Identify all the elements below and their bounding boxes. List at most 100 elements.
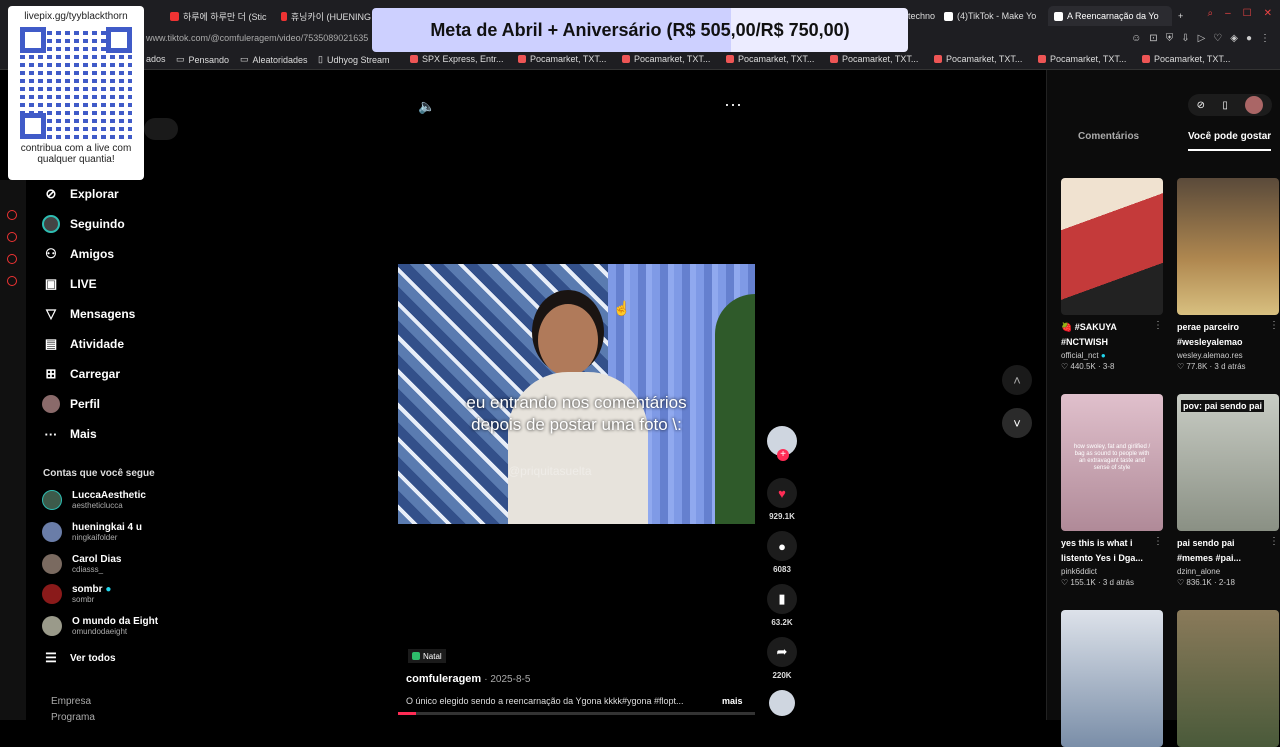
save-button[interactable]: ▮ 63.2K: [766, 584, 798, 627]
like-button[interactable]: ♥ 929.1K: [766, 478, 798, 521]
kebab-icon[interactable]: ⋮: [1269, 320, 1279, 331]
recommended-video-card[interactable]: perae parceiro #wesleyalemao ⋮ wesley.al…: [1177, 178, 1279, 371]
share-button[interactable]: ➦ 220K: [766, 637, 798, 680]
minimize-icon[interactable]: –: [1225, 8, 1231, 19]
topic-tag[interactable]: Natal: [408, 649, 446, 663]
bookmark[interactable]: ▭ Pensando: [176, 54, 229, 65]
bookmark[interactable]: Pocamarket, TXT...: [934, 54, 1022, 64]
kebab-icon[interactable]: ⋮: [1153, 320, 1163, 331]
footer-link[interactable]: Programa: [51, 712, 95, 723]
pin-icon[interactable]: ⊡: [1149, 33, 1157, 44]
upload-icon: ⊞: [45, 366, 57, 381]
cursor-hand-icon: ☝: [613, 300, 631, 316]
browser-tab[interactable]: 휴닝카이 (HUENING: [281, 6, 371, 26]
nav-atividade[interactable]: ▤ Atividade: [42, 336, 124, 352]
nav-mais[interactable]: ··· Mais: [42, 426, 97, 442]
browser-tab[interactable]: 하루에 하루만 더 (Stic: [170, 6, 270, 26]
phone-icon[interactable]: ▯: [1222, 100, 1228, 111]
url-field[interactable]: www.tiktok.com/@comfuleragem/video/75350…: [146, 33, 368, 43]
following-account[interactable]: LuccaAesthetic aestheticlucca: [42, 490, 146, 510]
comment-button[interactable]: ● 6083: [766, 531, 798, 574]
bookmark[interactable]: Pocamarket, TXT...: [622, 54, 710, 64]
search-icon[interactable]: ⌕: [1207, 8, 1213, 19]
recommended-video-card[interactable]: pov: pai sendo pai pai sendo pai #memes …: [1177, 394, 1279, 587]
recommended-video-card[interactable]: how swoley, fat and girlified / bag as s…: [1061, 394, 1163, 587]
bookmark[interactable]: Pocamarket, TXT...: [1142, 54, 1230, 64]
bookmark-icon: ▮: [767, 584, 797, 614]
nav-explorar[interactable]: ⊘ Explorar: [42, 186, 119, 202]
rail-icon[interactable]: [7, 232, 17, 242]
profile-icon[interactable]: ●: [1246, 33, 1252, 44]
tab-voce-pode-gostar[interactable]: Você pode gostar: [1188, 131, 1272, 151]
verified-icon: ●: [105, 584, 112, 595]
bookmark[interactable]: ▯ Udhyog Stream: [318, 54, 389, 65]
creator-avatar[interactable]: +: [766, 426, 798, 461]
nav-live[interactable]: ▣ LIVE: [42, 276, 97, 292]
rail-icon[interactable]: [7, 276, 17, 286]
download-icon[interactable]: ⇩: [1181, 33, 1189, 44]
tab-comentarios[interactable]: Comentários: [1078, 131, 1139, 142]
volume-icon[interactable]: 🔈: [418, 98, 435, 115]
heart-icon: [622, 55, 630, 63]
heart-outline-icon: ♡: [1177, 578, 1185, 587]
kebab-icon[interactable]: ⋮: [1269, 536, 1279, 547]
emoji-icon[interactable]: ☺: [1131, 33, 1141, 44]
following-account[interactable]: Carol Dias cdiasss_: [42, 554, 121, 574]
nav-carregar[interactable]: ⊞ Carregar: [42, 366, 120, 382]
browser-tab[interactable]: (4)TikTok - Make Yo: [944, 6, 1044, 26]
footer-link[interactable]: Empresa: [51, 696, 91, 707]
new-tab-button[interactable]: +: [1178, 6, 1183, 26]
next-video-button[interactable]: ˅: [1002, 408, 1032, 438]
video-author[interactable]: comfuleragem · 2025-8-5: [406, 673, 530, 685]
see-all-link[interactable]: ☰ Ver todos: [42, 650, 115, 666]
nav-mensagens[interactable]: ▽ Mensagens: [42, 306, 135, 322]
video-player[interactable]: eu entrando nos comentários depois de pos…: [398, 264, 755, 524]
following-account[interactable]: O mundo da Eight omundodaeight: [42, 616, 158, 636]
following-account[interactable]: sombr ● sombr: [42, 584, 111, 604]
browser-tab-active[interactable]: A Reencarnação da Yo: [1048, 6, 1172, 26]
close-icon[interactable]: ✕: [1264, 8, 1272, 19]
bookmark[interactable]: SPX Express, Entr...: [410, 54, 504, 64]
compass-icon[interactable]: ⊘: [1197, 100, 1205, 111]
nav-perfil[interactable]: Perfil: [42, 395, 100, 413]
video-progress[interactable]: [398, 712, 755, 715]
menu-icon[interactable]: ⋮: [1260, 33, 1270, 44]
previous-video-button[interactable]: ˄: [1002, 365, 1032, 395]
sound-avatar[interactable]: [766, 690, 798, 716]
rail-icon[interactable]: [7, 210, 17, 220]
bookmark[interactable]: Pocamarket, TXT...: [830, 54, 918, 64]
avatar[interactable]: [1245, 96, 1264, 114]
heart-icon: [518, 55, 526, 63]
avatar: [42, 554, 62, 574]
recommended-video-card[interactable]: [1177, 610, 1279, 747]
rail-icon[interactable]: [7, 254, 17, 264]
bookmark[interactable]: Pocamarket, TXT...: [518, 54, 606, 64]
tiktok-sidebar: ⊘ Explorar Seguindo ⚇ Amigos ▣ LIVE ▽ Mensag…: [26, 70, 176, 723]
nav-amigos[interactable]: ⚇ Amigos: [42, 246, 114, 262]
more-link[interactable]: mais: [722, 696, 743, 706]
youtube-icon: [281, 11, 287, 21]
browser-tab[interactable]: techno: [908, 6, 938, 26]
play-icon[interactable]: ▷: [1198, 33, 1206, 44]
following-account[interactable]: hueningkai 4 u ningkaifolder: [42, 522, 142, 542]
heart-icon: [726, 55, 734, 63]
chevron-down-icon: ˅: [1013, 415, 1021, 431]
follow-plus-icon[interactable]: +: [777, 449, 789, 461]
more-icon: ···: [44, 426, 58, 442]
extension-icon[interactable]: ◈: [1230, 33, 1238, 44]
kebab-icon[interactable]: ⋮: [1153, 536, 1163, 547]
nav-seguindo[interactable]: Seguindo: [42, 215, 125, 233]
qr-finder: [106, 27, 132, 53]
video-watermark: @priquitasuelta: [508, 464, 592, 478]
recommended-video-card[interactable]: 🍓 #SAKUYA #NCTWISH ⋮ official_nct ● ♡ 44…: [1061, 178, 1163, 371]
bookmark[interactable]: Pocamarket, TXT...: [1038, 54, 1126, 64]
video-thumbnail: [1061, 610, 1163, 747]
heart-icon[interactable]: ♡: [1213, 33, 1222, 44]
shield-icon[interactable]: ⛨: [1166, 33, 1174, 44]
bookmark[interactable]: Pocamarket, TXT...: [726, 54, 814, 64]
bookmark[interactable]: ▭ Aleatoridades: [240, 54, 308, 65]
recommended-video-card[interactable]: [1061, 610, 1163, 747]
maximize-icon[interactable]: ☐: [1243, 8, 1252, 19]
bookmark[interactable]: ados: [146, 54, 166, 64]
more-options-icon[interactable]: ···: [724, 94, 742, 115]
